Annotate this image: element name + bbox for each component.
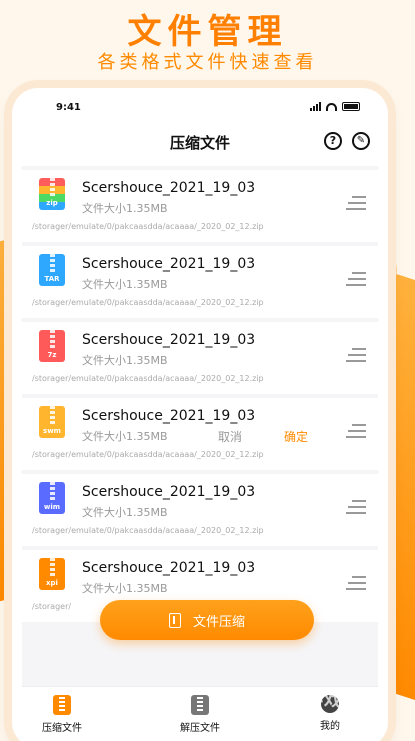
file-name: Scershouce_2021_19_03 [82, 180, 256, 196]
item-menu-icon[interactable] [346, 272, 366, 286]
file-size: 文件大小1.35MB [82, 430, 168, 443]
document-icon [168, 612, 181, 628]
file-name: Scershouce_2021_19_03 [82, 332, 256, 348]
wifi-icon [326, 102, 337, 111]
file-name: Scershouce_2021_19_03 [82, 560, 256, 576]
confirm-button[interactable]: 确定 [284, 428, 308, 445]
file-path: /storager/emulate/0/pakcaasdda/acaaaa/_2… [32, 526, 264, 535]
file-path: /storager/emulate/0/pakcaasdda/acaaaa/_2… [32, 298, 264, 307]
app-screen: 9:41 压缩文件 ? ✎ zip Scershouce_2021_19_03 … [22, 96, 378, 741]
cancel-button[interactable]: 取消 [218, 428, 242, 445]
tab-label: 解压文件 [180, 723, 220, 734]
file-list: zip Scershouce_2021_19_03 文件大小1.35MB /st… [22, 170, 378, 626]
7z-file-icon: 7z [39, 330, 65, 362]
file-item-swm[interactable]: swm Scershouce_2021_19_03 文件大小1.35MB 取消 … [22, 398, 378, 470]
signal-icon [310, 102, 321, 111]
file-name: Scershouce_2021_19_03 [82, 408, 256, 424]
promo-title: 文件管理 [127, 12, 288, 52]
item-menu-icon[interactable] [346, 424, 366, 438]
status-bar: 9:41 [22, 96, 378, 118]
help-icon[interactable]: ? [324, 132, 342, 150]
file-path: /storager/emulate/0/pakcaasdda/acaaaa/_2… [32, 222, 264, 231]
file-size: 文件大小1.35MB [82, 582, 168, 595]
tab-label: 我的 [320, 721, 340, 732]
tab-extract-files[interactable]: 解压文件 [160, 695, 240, 734]
compress-files-label: 文件压缩 [192, 614, 245, 630]
file-name: Scershouce_2021_19_03 [82, 484, 256, 500]
file-path: /storager/ [32, 602, 72, 611]
zip-file-icon: zip [39, 178, 65, 210]
file-size: 文件大小1.35MB [82, 354, 168, 367]
file-size: 文件大小1.35MB [82, 202, 168, 215]
phone-frame: 9:41 压缩文件 ? ✎ zip Scershouce_2021_19_03 … [12, 88, 388, 741]
item-menu-icon[interactable] [346, 500, 366, 514]
file-size: 文件大小1.35MB [82, 506, 168, 519]
tab-label: 压缩文件 [42, 723, 82, 734]
wim-file-icon: wim [39, 482, 65, 514]
watermark: 游戏堆 [305, 690, 362, 711]
item-menu-icon[interactable] [346, 576, 366, 590]
app-bar: 压缩文件 ? ✎ [22, 118, 378, 166]
xpi-file-icon: xpi [39, 558, 65, 590]
tar-file-icon: TAR [39, 254, 65, 286]
tab-compressed-files[interactable]: 压缩文件 [22, 695, 102, 734]
file-item-7z[interactable]: 7z Scershouce_2021_19_03 文件大小1.35MB /sto… [22, 322, 378, 394]
battery-icon [342, 102, 360, 111]
promo-subtitle: 各类格式文件快速查看 [97, 52, 318, 73]
unzip-tab-icon [191, 695, 209, 715]
file-path: /storager/emulate/0/pakcaasdda/acaaaa/_2… [32, 450, 264, 459]
file-path: /storager/emulate/0/pakcaasdda/acaaaa/_2… [32, 374, 264, 383]
status-icons [310, 102, 360, 111]
item-menu-icon[interactable] [346, 196, 366, 210]
item-menu-icon[interactable] [346, 348, 366, 362]
file-item-wim[interactable]: wim Scershouce_2021_19_03 文件大小1.35MB /st… [22, 474, 378, 546]
status-time: 9:41 [56, 102, 81, 113]
file-size: 文件大小1.35MB [82, 278, 168, 291]
swm-file-icon: swm [39, 406, 65, 438]
clean-icon[interactable]: ✎ [352, 132, 370, 150]
compress-files-button[interactable]: 文件压缩 [100, 600, 314, 640]
file-item-tar[interactable]: TAR Scershouce_2021_19_03 文件大小1.35MB /st… [22, 246, 378, 318]
file-item-zip[interactable]: zip Scershouce_2021_19_03 文件大小1.35MB /st… [22, 170, 378, 242]
file-name: Scershouce_2021_19_03 [82, 256, 256, 272]
zip-tab-icon [53, 695, 71, 715]
